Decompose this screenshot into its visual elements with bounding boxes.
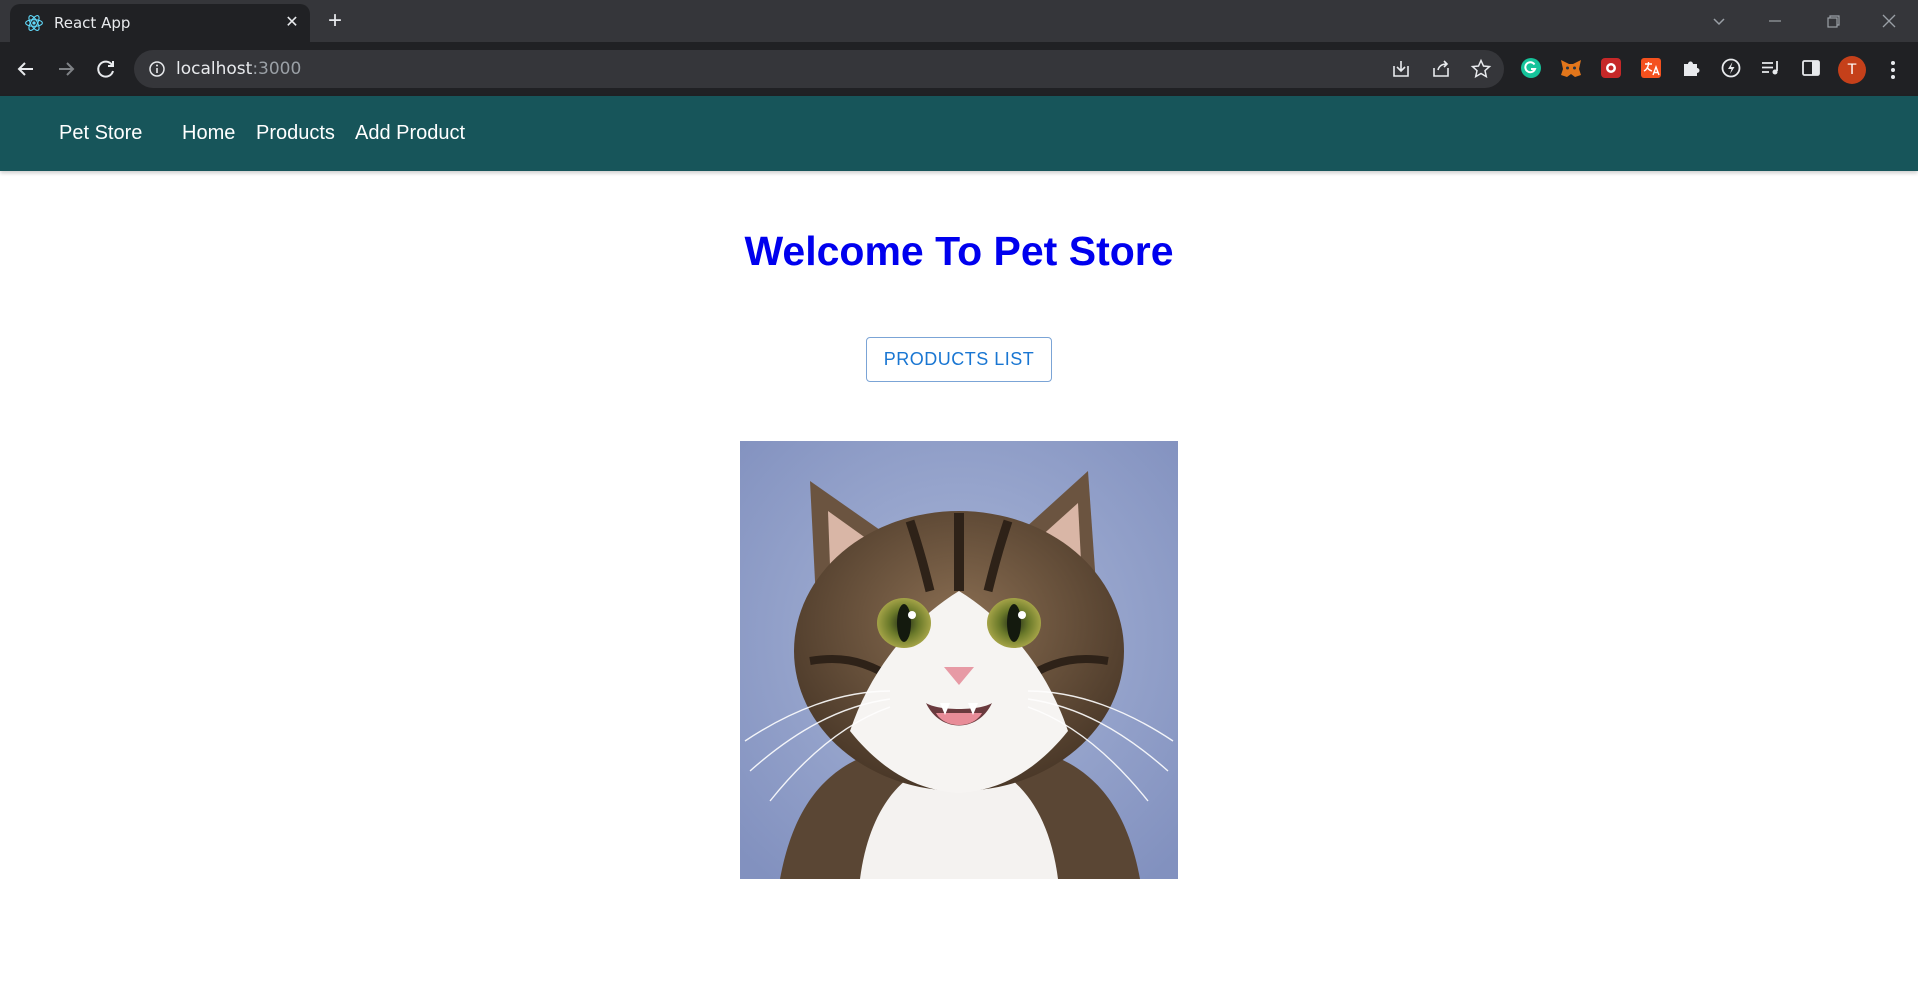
side-panel-icon[interactable] [1798, 55, 1824, 81]
share-icon[interactable] [1430, 58, 1452, 80]
cat-image [740, 441, 1178, 879]
site-info-icon[interactable] [148, 60, 166, 78]
react-logo-icon [25, 15, 43, 31]
media-control-icon[interactable] [1758, 55, 1784, 81]
tab-title: React App [54, 14, 131, 32]
new-tab-icon[interactable]: + [322, 9, 348, 35]
nav-link-add-product[interactable]: Add Product [355, 122, 465, 145]
browser-toolbar: localhost:3000 [0, 42, 1918, 96]
performance-extension-icon[interactable] [1718, 55, 1744, 81]
browser-titlebar: React App ✕ + [0, 0, 1918, 42]
grammarly-extension-icon[interactable] [1518, 55, 1544, 81]
nav-link-home[interactable]: Home [182, 122, 235, 145]
back-icon[interactable] [12, 55, 40, 83]
products-list-button[interactable]: PRODUCTS LIST [866, 337, 1052, 382]
translate-extension-icon[interactable] [1638, 55, 1664, 81]
close-tab-icon[interactable]: ✕ [282, 13, 302, 33]
install-app-icon[interactable] [1390, 58, 1412, 80]
browser-menu-icon[interactable] [1880, 55, 1906, 85]
tab-search-icon[interactable] [1706, 8, 1732, 34]
app-navbar: Pet Store Home Products Add Product [0, 96, 1918, 171]
extensions-puzzle-icon[interactable] [1678, 55, 1704, 81]
brand-link[interactable]: Pet Store [59, 122, 142, 145]
page-title: Welcome To Pet Store [744, 228, 1174, 274]
profile-avatar[interactable]: T [1838, 56, 1866, 84]
browser-tab[interactable]: React App ✕ [10, 4, 310, 42]
nav-link-products[interactable]: Products [256, 122, 335, 145]
metamask-extension-icon[interactable] [1558, 55, 1584, 81]
minimize-icon[interactable] [1762, 8, 1788, 34]
url-port: :3000 [252, 59, 302, 79]
url-host: localhost [176, 59, 253, 79]
red-extension-icon[interactable] [1598, 55, 1624, 81]
restore-icon[interactable] [1820, 8, 1846, 34]
url-text[interactable]: localhost:3000 [176, 59, 301, 79]
forward-icon[interactable] [52, 55, 80, 83]
reload-icon[interactable] [92, 55, 120, 83]
address-bar[interactable]: localhost:3000 [134, 50, 1504, 88]
bookmark-star-icon[interactable] [1470, 58, 1492, 80]
close-window-icon[interactable] [1876, 8, 1902, 34]
